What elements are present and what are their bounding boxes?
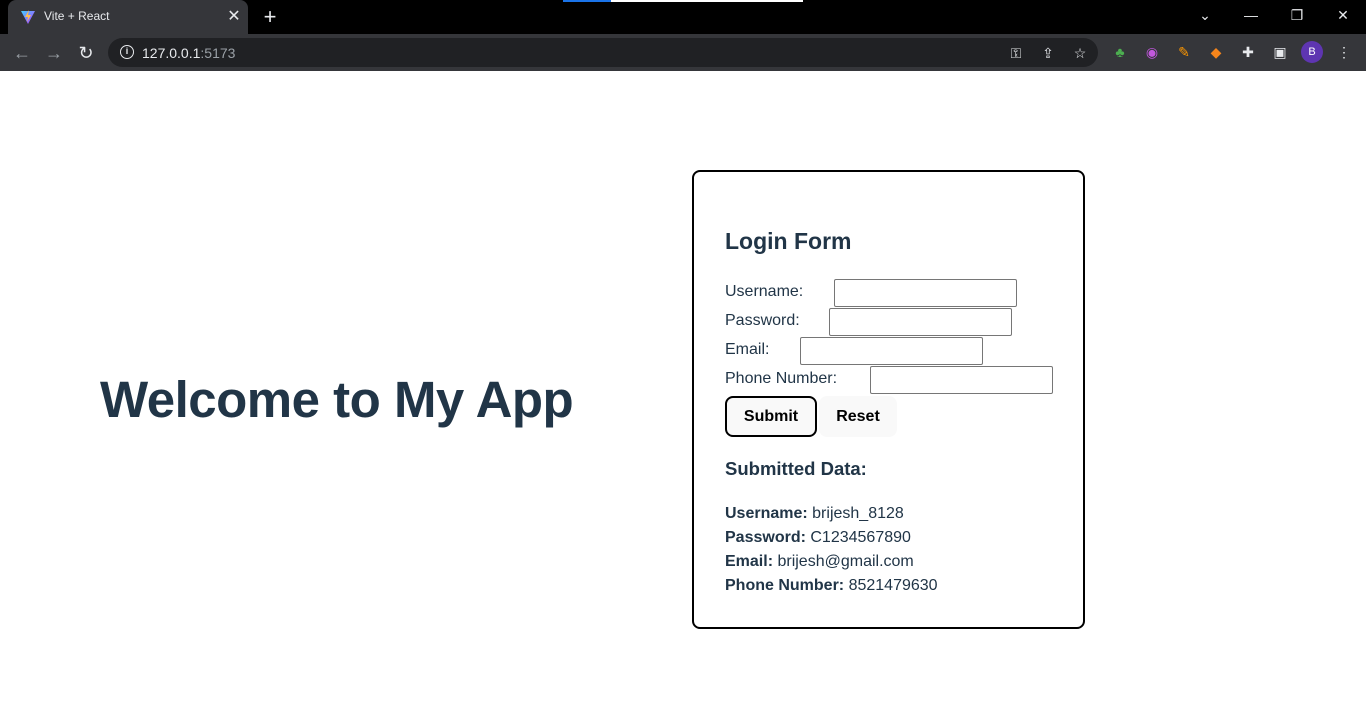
phone-label: Phone Number: bbox=[725, 370, 838, 387]
submitted-phone: Phone Number: 8521479630 bbox=[725, 577, 938, 595]
submit-button[interactable]: Submit bbox=[725, 396, 817, 437]
browser-tab[interactable]: Vite + React ✕ bbox=[8, 0, 248, 34]
form-title: Login Form bbox=[725, 228, 852, 254]
close-window-button[interactable]: ✕ bbox=[1331, 5, 1355, 25]
password-input[interactable] bbox=[829, 308, 1012, 336]
password-label: Password: bbox=[725, 312, 800, 329]
pen-extension-icon[interactable]: ✎ bbox=[1174, 42, 1194, 62]
welcome-heading: Welcome to My App bbox=[100, 371, 574, 428]
tab-title: Vite + React bbox=[44, 9, 110, 23]
vite-favicon bbox=[21, 10, 35, 24]
password-row: Password: bbox=[725, 308, 1025, 337]
tab-search-chevron-icon[interactable]: ⌄ bbox=[1193, 5, 1217, 25]
url-port: :5173 bbox=[200, 45, 236, 61]
address-bar[interactable]: i 127.0.0.1:5173 ⚿ ⇪ ☆ bbox=[108, 38, 1098, 67]
submitted-data-title: Submitted Data: bbox=[725, 458, 867, 479]
browser-toolbar: ← → ↻ i 127.0.0.1:5173 ⚿ ⇪ ☆ ♣ ◉ ✎ ◆ ✚ ▣… bbox=[0, 34, 1366, 71]
back-arrow-icon[interactable]: ← bbox=[10, 41, 34, 65]
url-text[interactable]: 127.0.0.1:5173 bbox=[142, 45, 235, 61]
submitted-username-value: brijesh_8128 bbox=[812, 505, 904, 522]
reload-icon[interactable]: ↻ bbox=[74, 41, 98, 65]
login-card: Login Form Username: Password: Email: Ph… bbox=[692, 170, 1085, 629]
submitted-email: Email: brijesh@gmail.com bbox=[725, 553, 914, 571]
phone-input[interactable] bbox=[870, 366, 1053, 394]
sidebar-icon[interactable]: ▣ bbox=[1270, 42, 1290, 62]
submitted-username-label: Username: bbox=[725, 505, 808, 522]
submitted-email-label: Email: bbox=[725, 553, 774, 570]
email-row: Email: bbox=[725, 337, 1025, 366]
info-icon[interactable]: i bbox=[120, 45, 134, 59]
username-input[interactable] bbox=[834, 279, 1017, 307]
submitted-username: Username: brijesh_8128 bbox=[725, 505, 904, 523]
tab-close-icon[interactable]: ✕ bbox=[224, 7, 244, 27]
circle-extension-icon[interactable]: ◉ bbox=[1142, 42, 1162, 62]
phone-row: Phone Number: bbox=[725, 366, 1055, 395]
email-label: Email: bbox=[725, 341, 770, 358]
puzzle-extension-icon[interactable]: ✚ bbox=[1238, 42, 1258, 62]
star-icon[interactable]: ☆ bbox=[1070, 43, 1090, 63]
submitted-password: Password: C1234567890 bbox=[725, 529, 911, 547]
key-icon[interactable]: ⚿ bbox=[1006, 43, 1026, 63]
submitted-password-label: Password: bbox=[725, 529, 806, 546]
reset-button[interactable]: Reset bbox=[819, 396, 897, 437]
url-host: 127.0.0.1 bbox=[142, 45, 201, 61]
forward-arrow-icon[interactable]: → bbox=[42, 41, 66, 65]
submitted-phone-value: 8521479630 bbox=[848, 577, 938, 594]
metamask-extension-icon[interactable]: ◆ bbox=[1206, 42, 1226, 62]
share-icon[interactable]: ⇪ bbox=[1038, 43, 1058, 63]
new-tab-button[interactable]: + bbox=[260, 6, 280, 28]
tab-bar: Vite + React ✕ + ⌄ — ❐ ✕ bbox=[0, 0, 1366, 34]
email-input[interactable] bbox=[800, 337, 983, 365]
username-label: Username: bbox=[725, 283, 804, 300]
submitted-email-value: brijesh@gmail.com bbox=[777, 553, 914, 570]
tab-strip-marker bbox=[563, 0, 803, 2]
submitted-password-value: C1234567890 bbox=[810, 529, 911, 546]
submitted-phone-label: Phone Number: bbox=[725, 577, 845, 594]
restore-button[interactable]: ❐ bbox=[1285, 5, 1309, 25]
minimize-button[interactable]: — bbox=[1239, 5, 1263, 25]
username-row: Username: bbox=[725, 279, 1025, 308]
menu-dots-icon[interactable]: ⋮ bbox=[1334, 42, 1354, 62]
tree-extension-icon[interactable]: ♣ bbox=[1110, 42, 1130, 62]
profile-avatar[interactable]: B bbox=[1301, 41, 1323, 63]
